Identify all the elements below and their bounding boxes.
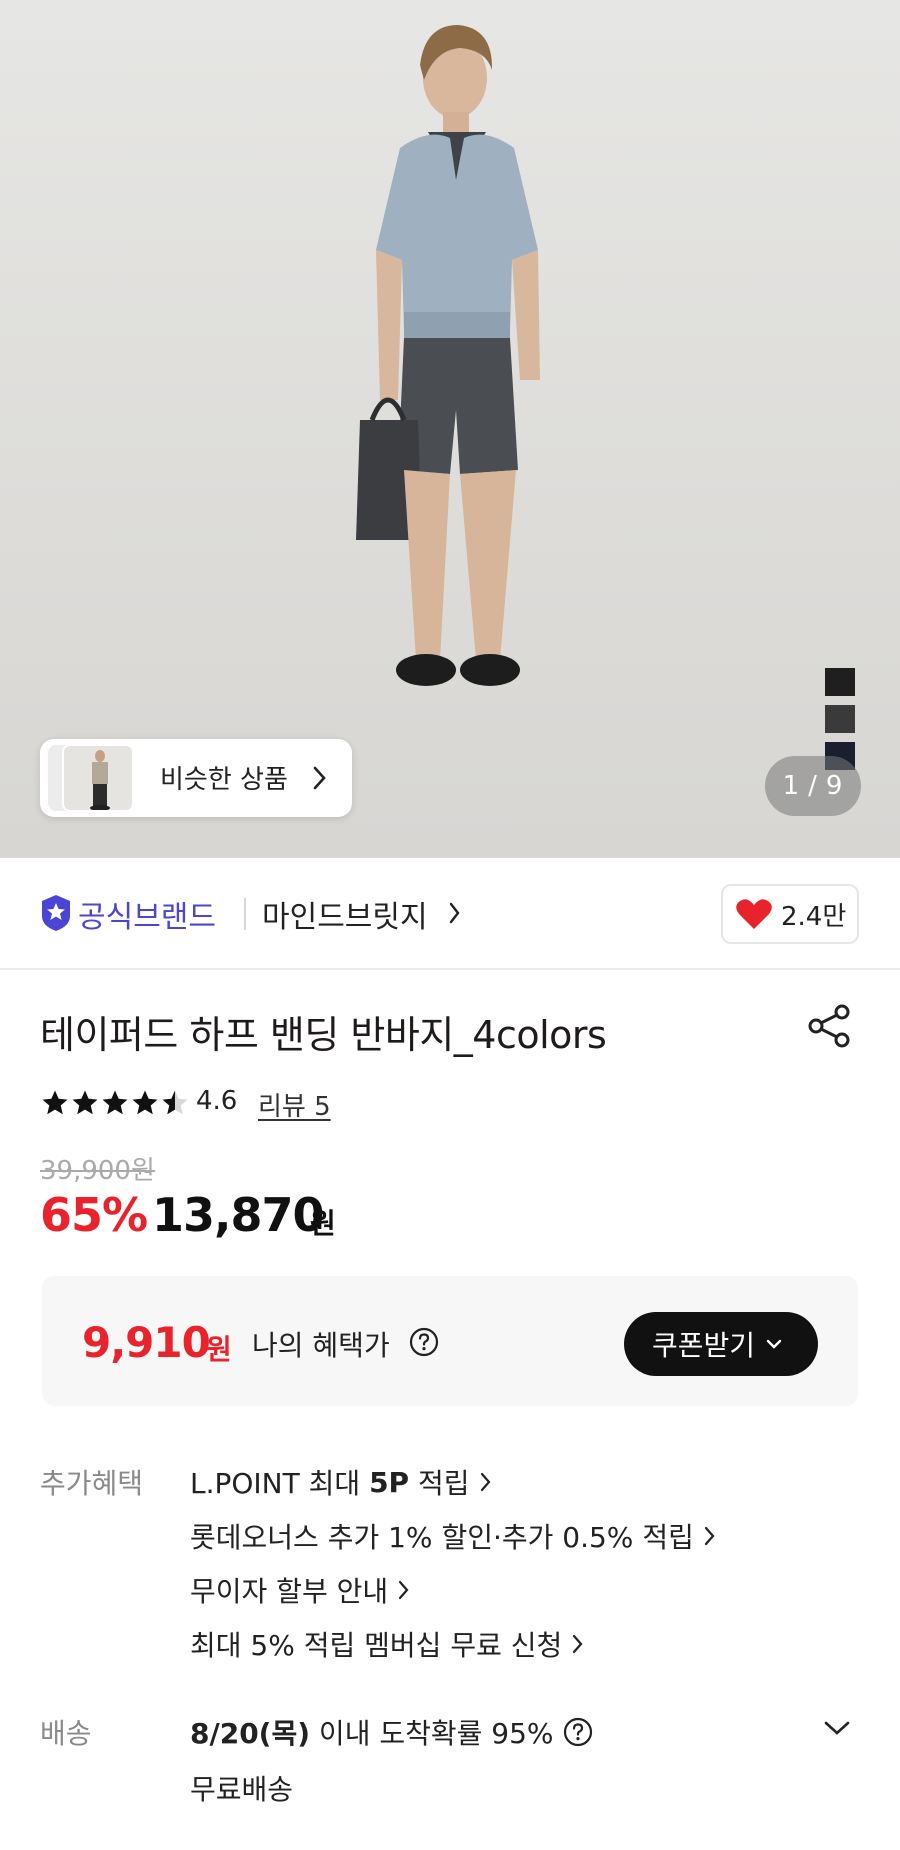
delivery-label: 배송 [40, 1717, 92, 1750]
heart-icon [736, 899, 772, 929]
help-icon[interactable] [562, 1716, 594, 1748]
rating-value: 4.6 [196, 1086, 238, 1116]
brand-row: 공식브랜드 마인드브릿지 2.4만 [0, 858, 900, 970]
my-benefit-price-box: 9,910 원 나의 혜택가 쿠폰받기 [42, 1276, 858, 1406]
coupon-button-label: 쿠폰받기 [652, 1329, 756, 1362]
membership-text: 최대 5% 적립 멤버십 무료 신청 [190, 1629, 563, 1662]
lpoint-prefix: L.POINT 최대 [190, 1467, 370, 1500]
star-icon [72, 1090, 98, 1115]
similar-products-label: 비슷한 상품 [160, 765, 288, 795]
delivery-date: 8/20(목) [190, 1717, 311, 1750]
color-swatch[interactable] [825, 668, 855, 696]
delivery-eta-text: 이내 도착확률 95% [310, 1717, 554, 1750]
chevron-right-icon [399, 1580, 409, 1600]
chevron-right-icon [704, 1526, 715, 1546]
chevron-down-icon [766, 1339, 782, 1349]
membership-signup-link[interactable]: 최대 5% 적립 멤버십 무료 신청 [190, 1624, 584, 1664]
share-icon[interactable] [806, 1003, 852, 1049]
brand-name-link[interactable]: 마인드브릿지 [262, 892, 428, 936]
chevron-right-icon [313, 766, 326, 790]
help-icon[interactable] [408, 1326, 440, 1358]
star-half-icon [162, 1090, 188, 1115]
image-page-indicator: 1 / 9 [765, 756, 861, 816]
benefit-price: 9,910 [82, 1318, 211, 1367]
page-current: 1 [782, 771, 801, 801]
color-swatch[interactable] [825, 705, 855, 733]
extra-benefits-label: 추가혜택 [40, 1467, 144, 1500]
divider [244, 898, 246, 930]
official-brand-label: 공식브랜드 [78, 900, 216, 935]
official-brand-badge-icon [42, 895, 70, 931]
delivery-fee: 무료배송 [190, 1768, 293, 1808]
installment-info-link[interactable]: 무이자 할부 안내 [190, 1570, 410, 1610]
product-title: 테이퍼드 하프 밴딩 반바지_4colors [40, 1013, 607, 1057]
similar-product-thumbnail [62, 744, 134, 812]
star-icon [132, 1090, 158, 1115]
rating-stars [40, 1088, 190, 1118]
lpoint-benefit-link[interactable]: L.POINT 최대 5P 적립 [190, 1462, 492, 1502]
chevron-right-icon [480, 1472, 490, 1492]
chevron-right-icon [449, 902, 460, 924]
page-separator: / [808, 771, 818, 801]
discount-rate: 65% [40, 1188, 148, 1242]
delivery-fee-text: 무료배송 [190, 1773, 294, 1806]
review-link[interactable]: 리뷰 5 [258, 1086, 331, 1123]
lpoint-amount: 5P [369, 1465, 410, 1499]
page-total: 9 [825, 771, 844, 801]
like-button[interactable]: 2.4만 [721, 884, 859, 944]
original-price: 39,900원 [40, 1156, 155, 1186]
lotte-owners-benefit-link[interactable]: 롯데오너스 추가 1% 할인·추가 0.5% 적립 [190, 1516, 716, 1556]
like-count: 2.4만 [781, 901, 847, 932]
get-coupon-button[interactable]: 쿠폰받기 [624, 1312, 818, 1376]
star-icon [102, 1090, 128, 1115]
lpoint-suffix: 적립 [409, 1467, 470, 1500]
benefit-price-label: 나의 혜택가 [252, 1329, 390, 1362]
product-image-gallery[interactable]: 1 / 9 비슷한 상품 [0, 0, 900, 858]
currency-unit: 원 [310, 1207, 336, 1240]
currency-unit: 원 [206, 1333, 232, 1366]
product-photo [356, 25, 540, 686]
star-icon [42, 1090, 68, 1115]
chevron-right-icon [573, 1634, 583, 1654]
installment-text: 무이자 할부 안내 [190, 1575, 389, 1608]
lotte-owners-text: 롯데오너스 추가 1% 할인·추가 0.5% 적립 [190, 1521, 694, 1554]
delivery-eta: 8/20(목) 이내 도착확률 95% [190, 1712, 594, 1752]
similar-products-button[interactable]: 비슷한 상품 [40, 739, 352, 817]
sale-price: 13,870 [152, 1188, 325, 1242]
chevron-down-icon[interactable] [822, 1718, 852, 1738]
